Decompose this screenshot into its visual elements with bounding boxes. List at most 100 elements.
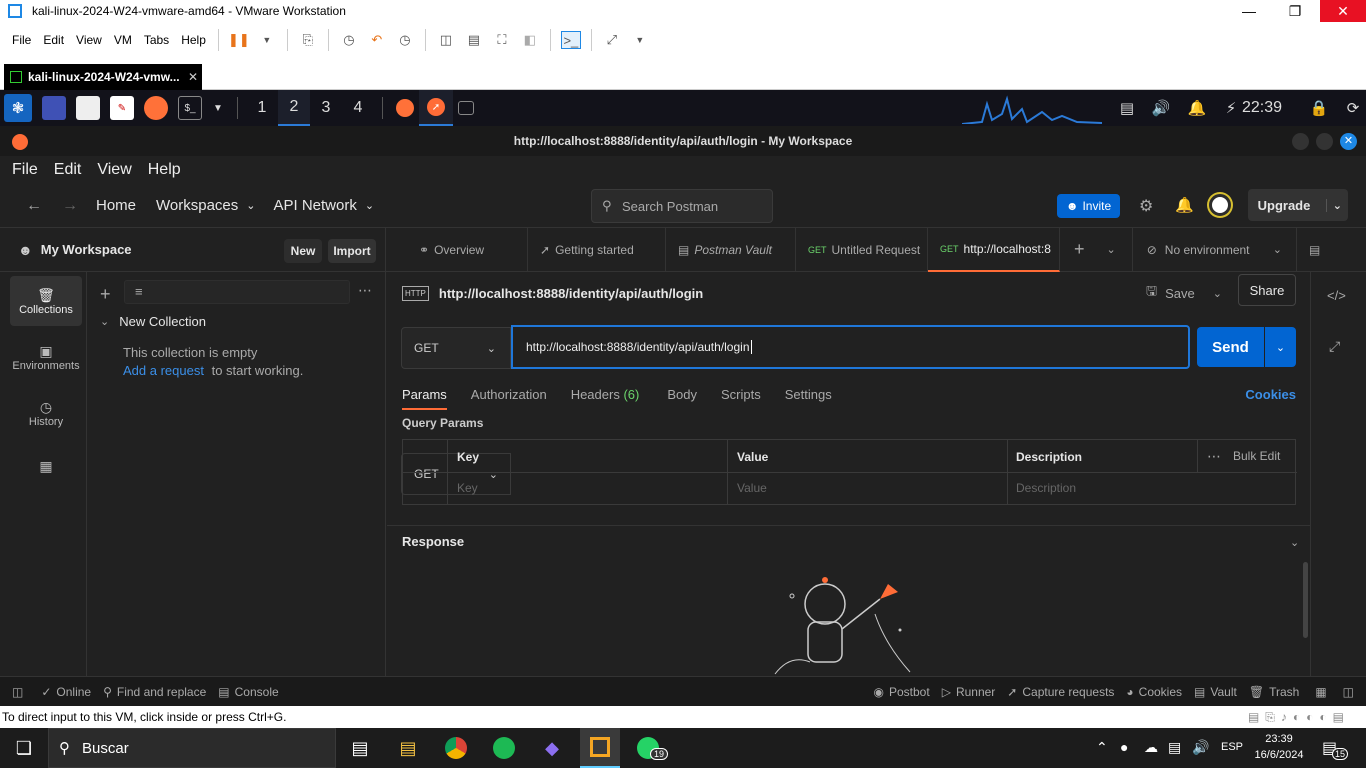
environment-quick-look-icon[interactable]: ▤ [1309, 243, 1320, 257]
import-button[interactable]: Import [328, 239, 376, 263]
more-options-icon[interactable]: ⋯ [1207, 448, 1221, 465]
firefox-icon[interactable] [144, 96, 168, 120]
terminal-window-icon[interactable] [458, 101, 474, 115]
find-replace-button[interactable]: ⚲ Find and replace [103, 685, 206, 699]
tab-overview[interactable]: ⚭ Overview [386, 227, 528, 272]
lock-icon[interactable]: 🔒 [1307, 96, 1331, 120]
postman-window-item[interactable]: ➚ [419, 90, 453, 126]
menu-file[interactable]: File [12, 161, 38, 179]
whatsapp-icon[interactable]: 19 [628, 728, 669, 768]
vault-button[interactable]: ▤ Vault [1194, 685, 1237, 699]
add-request-link[interactable]: Add a request [123, 363, 204, 378]
chevron-down-icon[interactable]: ⌄ [1107, 243, 1116, 256]
related-collections-icon[interactable]: ⤢ [1329, 338, 1340, 355]
new-tab-icon[interactable]: + [1074, 239, 1085, 260]
chevron-down-icon[interactable]: ▼ [212, 96, 224, 120]
send-options-chevron-icon[interactable]: ⌄ [1265, 327, 1296, 367]
vmware-taskbar-icon[interactable] [580, 728, 620, 768]
file-manager-icon[interactable] [76, 96, 100, 120]
value-input[interactable]: Value [737, 481, 767, 495]
kali-clock[interactable]: 22:39 [1242, 99, 1282, 117]
menu-view[interactable]: View [70, 33, 108, 47]
chevron-down-icon[interactable]: ⌄ [1325, 198, 1342, 212]
close-tab-icon[interactable]: ✕ [188, 70, 198, 84]
tab-untitled-request[interactable]: GET Untitled Request [796, 227, 928, 272]
add-collection-icon[interactable]: + [100, 284, 111, 305]
chevron-down-icon[interactable]: ▼ [257, 31, 277, 49]
notifications-icon[interactable]: 🔔 [1175, 196, 1194, 214]
workspaces-menu[interactable]: Workspaces [156, 197, 238, 214]
trash-button[interactable]: 🗑 Trash [1249, 685, 1299, 699]
minimize-icon[interactable] [1292, 133, 1309, 150]
menu-edit[interactable]: Edit [37, 33, 70, 47]
snapshot-icon[interactable]: ◷ [339, 31, 359, 49]
send-keys-icon[interactable]: ⎘ [298, 31, 318, 49]
cookies-link[interactable]: Cookies [1245, 387, 1296, 402]
key-input[interactable]: Key [457, 481, 478, 495]
workspace-1[interactable]: 1 [246, 90, 278, 126]
workspace-3[interactable]: 3 [310, 90, 342, 126]
kali-menu-icon[interactable]: ❃ [4, 94, 32, 122]
menu-help[interactable]: Help [148, 161, 181, 179]
filter-input[interactable]: ≡ [124, 280, 350, 304]
api-network-menu[interactable]: API Network [274, 197, 357, 214]
postbot-button[interactable]: ◉ Postbot [874, 685, 930, 699]
task-view-icon[interactable]: ▤ [340, 728, 380, 768]
terminal-icon[interactable]: $_ [178, 96, 202, 120]
menu-edit[interactable]: Edit [54, 161, 82, 179]
taskbar-clock[interactable]: 23:39 16/6/2024 [1254, 731, 1304, 763]
collection-row[interactable]: ⌄ New Collection [100, 314, 206, 329]
stretch-icon[interactable]: ⤢ [602, 31, 622, 49]
upgrade-button[interactable]: Upgrade ⌄ [1248, 189, 1348, 221]
chevron-down-icon[interactable]: ⌄ [1213, 287, 1222, 300]
code-icon[interactable]: </> [1327, 288, 1346, 303]
chrome-icon[interactable] [436, 728, 476, 768]
settings-icon[interactable]: ⚙ [1139, 196, 1153, 216]
description-input[interactable]: Description [1016, 481, 1076, 495]
avatar[interactable] [1209, 194, 1231, 216]
thumbnail-bar-icon[interactable]: ▤ [464, 31, 484, 49]
home-link[interactable]: Home [96, 197, 136, 214]
power-manager-icon[interactable]: ⚡ [1219, 96, 1243, 120]
fullscreen-icon[interactable]: ⛶ [492, 31, 512, 49]
request-title[interactable]: http://localhost:8888/identity/api/auth/… [439, 286, 703, 301]
configure-sidebar-icon[interactable]: ▦ [10, 450, 82, 482]
text-editor-icon[interactable]: ✎ [110, 96, 134, 120]
sidebar-item-collections[interactable]: 🗑 Collections [10, 276, 82, 326]
windows-start-icon[interactable]: ❏ [0, 728, 48, 768]
menu-view[interactable]: View [97, 161, 131, 179]
revert-snapshot-icon[interactable]: ↶ [367, 31, 387, 49]
language-indicator[interactable]: ESP [1221, 741, 1243, 753]
cookies-button[interactable]: ◕ Cookies [1126, 685, 1182, 699]
obsidian-icon[interactable]: ◆ [532, 728, 572, 768]
volume-icon[interactable]: 🔊 [1192, 739, 1209, 756]
sidebar-item-environments[interactable]: ▣ Environments [10, 332, 82, 382]
firefox-window-icon[interactable] [396, 99, 414, 117]
back-icon[interactable]: ← [26, 197, 42, 215]
logout-icon[interactable]: ⟳ [1341, 96, 1365, 120]
network-icon[interactable]: ▤ [1115, 96, 1139, 120]
tab-postman-vault[interactable]: ▤ Postman Vault [666, 227, 796, 272]
scrollbar[interactable] [1303, 562, 1308, 638]
menu-file[interactable]: File [6, 33, 37, 47]
snapshot-manager-icon[interactable]: ◷ [395, 31, 415, 49]
chevron-down-icon[interactable]: ⌄ [100, 315, 109, 328]
volume-icon[interactable]: 🔊 [1149, 96, 1173, 120]
chevron-down-icon[interactable]: ⌄ [1273, 243, 1282, 256]
unity-icon[interactable]: ◧ [520, 31, 540, 49]
notifications-icon[interactable]: 🔔 [1185, 96, 1209, 120]
tab-getting-started[interactable]: ➚ Getting started [528, 227, 666, 272]
close-icon[interactable]: ✕ [1340, 133, 1357, 150]
runner-button[interactable]: ▷ Runner [942, 685, 996, 699]
method-select[interactable]: GET ⌄ [401, 327, 511, 369]
workspace-2[interactable]: 2 [278, 90, 310, 126]
console-view-icon[interactable]: >_ [560, 31, 581, 49]
send-button[interactable]: Send [1197, 327, 1264, 367]
tab-body[interactable]: Body [667, 387, 697, 402]
close-icon[interactable]: ✕ [1320, 0, 1366, 22]
sidebar-item-history[interactable]: ◷ History [10, 388, 82, 438]
layout-icon[interactable]: ▦ [1315, 685, 1326, 699]
chevron-down-icon[interactable]: ⌄ [1290, 536, 1299, 549]
capture-requests-button[interactable]: ➚ Capture requests [1007, 685, 1114, 699]
show-hidden-icons-icon[interactable]: ⌃ [1096, 739, 1108, 756]
